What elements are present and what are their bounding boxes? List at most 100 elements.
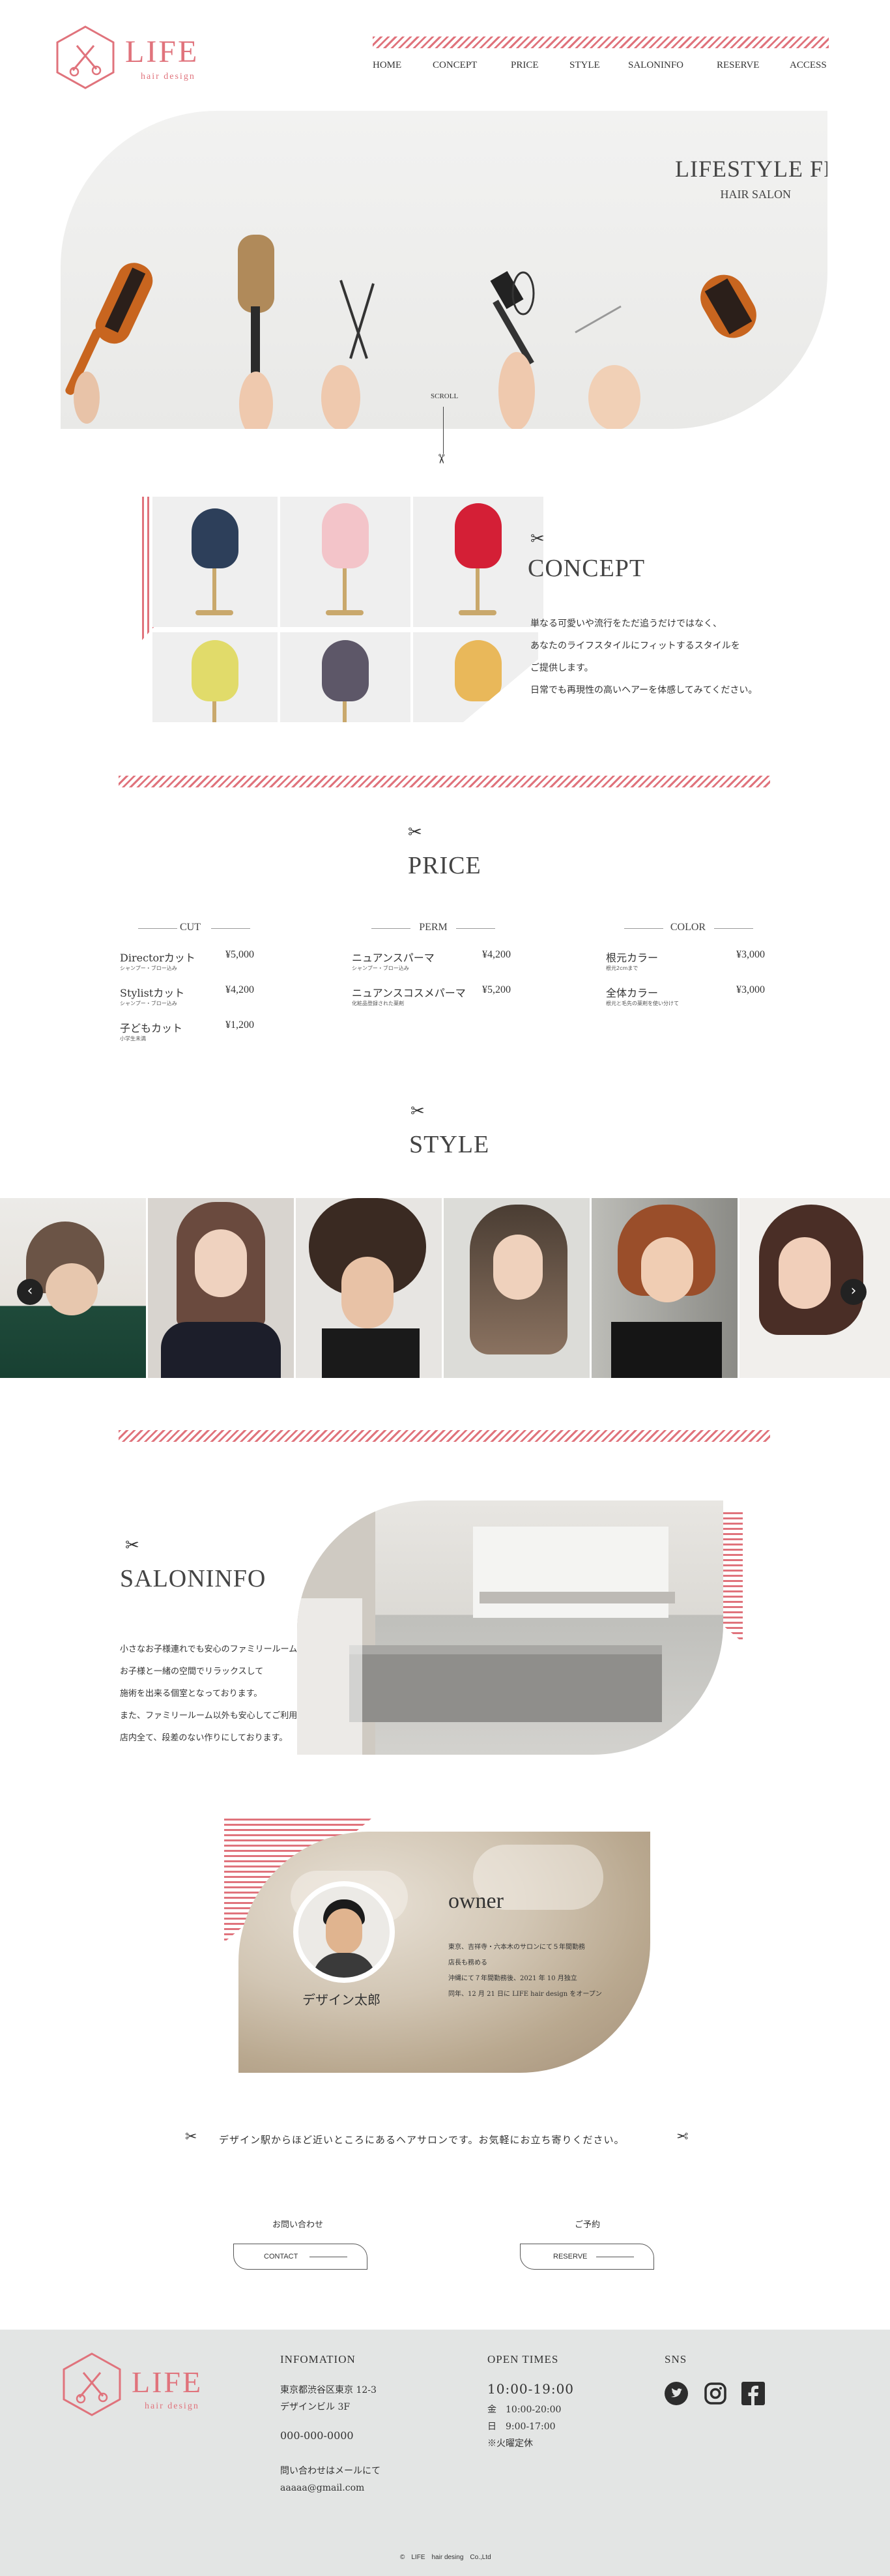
footer-logo-text: LIFE (132, 2365, 203, 2399)
nav-style[interactable]: STYLE (569, 60, 600, 71)
price-item-price: ¥5,200 (482, 984, 511, 995)
mannequin-navy (152, 497, 278, 627)
price-heading: COLOR (670, 922, 706, 933)
email-link[interactable]: aaaaa@gmail.com (280, 2480, 364, 2496)
price-item-name: 全体カラー (606, 987, 659, 999)
price-item-name: ニュアンスコスメパーマ (352, 987, 466, 999)
logo-hexagon-icon (56, 25, 115, 89)
scroll-scissors-icon: ✂ (433, 453, 450, 465)
price-item-name: Stylistカット (120, 987, 185, 999)
price-item-name: 子どもカット (120, 1022, 183, 1034)
mail-note: 問い合わせはメールにて (280, 2466, 380, 2476)
price-item-note: 小学生未満 (120, 1036, 146, 1042)
price-item-note: 化粧品登録された薬剤 (352, 1001, 404, 1006)
concept-image-grid (142, 497, 543, 722)
contact-button-label: CONTACT (264, 2253, 298, 2261)
concept-line: 単なる可愛いや流行をただ追うだけではなく、 (530, 619, 722, 629)
section-divider-stripe (119, 1430, 770, 1442)
section-divider-stripe (119, 776, 770, 787)
nav-home[interactable]: HOME (373, 60, 401, 71)
concept-line: 日常でも再現性の高いヘアーを体感してみてください。 (530, 685, 758, 695)
price-heading: CUT (180, 922, 201, 933)
price-item-price: ¥1,200 (225, 1019, 254, 1031)
contact-button[interactable]: CONTACT (233, 2244, 367, 2270)
owner-bio-line: 沖縄にて７年間勤務後、2021 年 10 月独立 (448, 1975, 577, 1982)
access-message: ✂ デザイン駅からほど近いところにあるヘアサロンです。お気軽にお立ち寄りください… (185, 2129, 706, 2150)
mannequin-red (413, 497, 543, 627)
reserve-button[interactable]: RESERVE (520, 2244, 654, 2270)
nav-concept[interactable]: CONCEPT (433, 60, 477, 71)
concept-line: あなたのライフスタイルにフィットするスタイルを (530, 641, 740, 651)
header-stripe (373, 37, 829, 48)
sns-heading: SNS (665, 2353, 687, 2365)
owner-title: owner (448, 1889, 504, 1913)
scissors-icon: ✂ (676, 2129, 689, 2145)
phone-number[interactable]: 000-000-0000 (280, 2427, 354, 2444)
nav-price[interactable]: PRICE (511, 60, 539, 71)
nav-reserve[interactable]: RESERVE (717, 60, 759, 71)
price-item-price: ¥5,000 (225, 949, 254, 960)
price-item-note: 根元と毛先の薬剤を使い分けて (606, 1001, 679, 1006)
concept-scissors-icon: ✂ (530, 529, 545, 549)
price-item-price: ¥4,200 (225, 984, 254, 995)
price-item-price: ¥3,000 (736, 949, 765, 960)
owner-bio-line: 店長も務める (448, 1959, 487, 1967)
saloninfo-title: SALONINFO (120, 1565, 266, 1592)
scroll-label: SCROLL (431, 392, 459, 400)
scissors-icon: ✂ (185, 2129, 197, 2145)
facebook-icon[interactable] (741, 2382, 765, 2405)
reserve-button-label: RESERVE (553, 2253, 588, 2261)
reserve-caption: ご予約 (575, 2220, 601, 2230)
owner-bio-line: 同年、12 月 21 日に LIFE hair design をオープン (448, 1991, 602, 1998)
price-item-name: 根元カラー (606, 952, 659, 964)
mannequin-purple (280, 632, 410, 722)
hours-main: 10:00-19:00 (487, 2381, 575, 2397)
carousel-prev-button[interactable]: ‹ (17, 1279, 43, 1305)
style-scissors-icon: ✂ (410, 1102, 425, 1121)
price-scissors-icon: ✂ (408, 823, 422, 842)
nav-saloninfo[interactable]: SALONINFO (628, 60, 683, 71)
main-nav: HOME CONCEPT PRICE STYLE SALONINFO RESER… (373, 60, 829, 74)
price-item-note: シャンプー・ブロー込み (120, 1001, 177, 1006)
address-line: 東京都渋谷区東京 12-3 (280, 2385, 377, 2395)
price-group-cut: CUT Directorカット ¥5,000 シャンプー・ブロー込み Styli… (120, 922, 261, 1052)
price-heading: PERM (419, 922, 448, 933)
price-item-price: ¥4,200 (482, 949, 511, 960)
instagram-icon[interactable] (704, 2382, 727, 2405)
mannequin-yellow (152, 632, 278, 722)
hours-heading: OPEN TIMES (487, 2353, 559, 2365)
concept-line: ご提供します。 (530, 663, 594, 673)
price-item-note: 根元2cmまで (606, 965, 639, 971)
saloninfo-scissors-icon: ✂ (125, 1536, 139, 1555)
style-photo[interactable] (296, 1198, 442, 1378)
logo-hexagon-icon (63, 2352, 121, 2416)
price-group-color: COLOR 根元カラー ¥3,000 根元2cmまで 全体カラー ¥3,000 … (606, 922, 770, 1052)
hero-title: LIFESTYLE FIT (675, 156, 827, 182)
footer-logo-subtext: hair design (145, 2401, 199, 2411)
scroll-indicator[interactable]: SCROLL ✂ (427, 392, 463, 477)
nav-access[interactable]: ACCESS (790, 60, 827, 71)
footer: LIFE hair design INFOMATION 東京都渋谷区東京 12-… (0, 2330, 890, 2576)
style-photo[interactable] (739, 1198, 890, 1378)
logo[interactable]: LIFE hair design (53, 25, 210, 96)
chevron-left-icon: ‹ (27, 1283, 33, 1299)
price-item-note: シャンプー・ブロー込み (352, 965, 409, 971)
salon-interior-image (297, 1500, 723, 1755)
owner-bio: 東京、吉祥寺・六本木のサロンにて５年間勤務 店長も務める 沖縄にて７年間勤務後、… (448, 1940, 644, 2002)
concept-text: 単なる可愛いや流行をただ追うだけではなく、 あなたのライフスタイルにフィットする… (530, 613, 804, 701)
price-group-perm: PERM ニュアンスパーマ ¥4,200 シャンプー・ブロー込み ニュアンスコス… (352, 922, 516, 1052)
twitter-icon[interactable] (665, 2382, 688, 2405)
style-photo[interactable] (592, 1198, 738, 1378)
access-message-text: デザイン駅からほど近いところにあるヘアサロンです。お気軽にお立ち寄りください。 (219, 2134, 625, 2146)
chevron-right-icon: › (850, 1283, 857, 1299)
carousel-next-button[interactable]: › (840, 1279, 867, 1305)
hero-image: LIFESTYLE FIT HAIR SALON (61, 111, 827, 429)
price-item-name: ニュアンスパーマ (352, 952, 435, 964)
style-photo[interactable] (444, 1198, 590, 1378)
style-photo[interactable] (148, 1198, 294, 1378)
style-carousel[interactable]: ‹ › (0, 1198, 890, 1378)
info-heading: INFOMATION (280, 2353, 356, 2365)
price-item-name: Directorカット (120, 952, 195, 964)
copyright: © LIFE hair desing Co.,Ltd (400, 2554, 491, 2561)
footer-logo[interactable]: LIFE hair design (60, 2352, 216, 2423)
